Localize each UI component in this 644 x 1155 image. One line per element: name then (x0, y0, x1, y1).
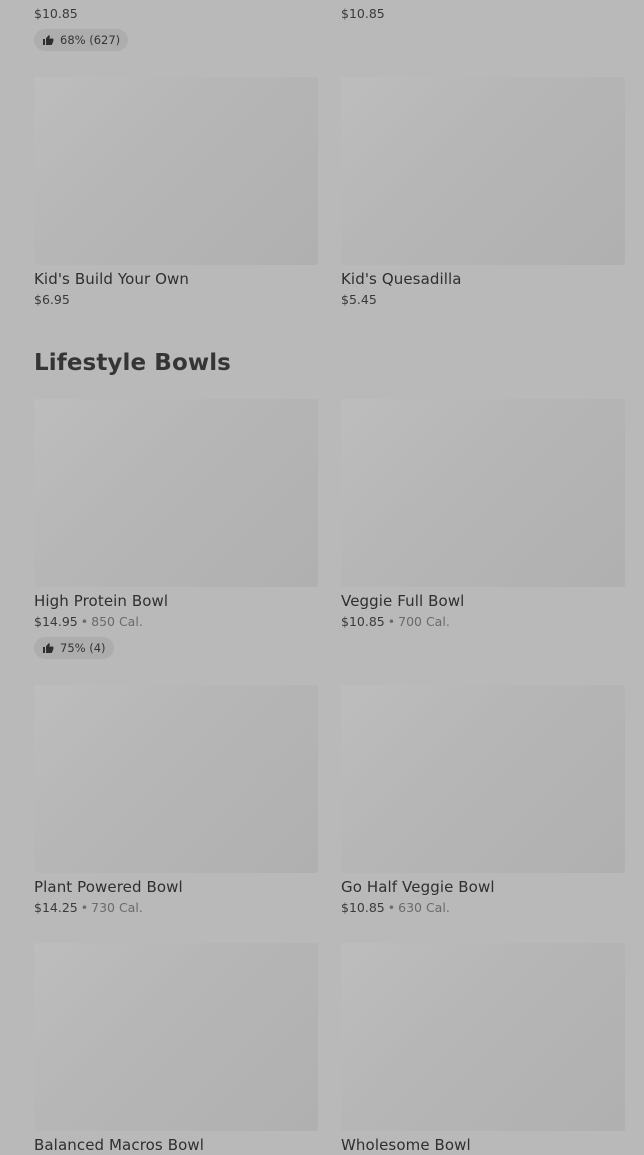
separator-dot: • (387, 900, 396, 915)
item-price: $5.45 (341, 292, 377, 307)
item-name: Go Half Veggie Bowl (341, 878, 495, 896)
item-image (34, 77, 318, 265)
item-calories: 850 Cal. (91, 614, 143, 629)
item-price: $14.95 (34, 614, 78, 629)
separator-dot: • (80, 900, 89, 915)
menu-item-card[interactable]: Kid's Quesadilla $5.45 (341, 77, 625, 309)
rating-text: 68% (627) (60, 33, 121, 47)
item-meta: $10.85 • 700 Cal. (341, 613, 625, 631)
item-name: Kid's Quesadilla (341, 270, 462, 288)
item-meta: $10.85 • 630 Cal. (341, 899, 625, 917)
menu-item-card[interactable]: High Protein Bowl $14.95 • 850 Cal. 75% (4… (34, 399, 318, 659)
item-price: $10.85 (341, 6, 385, 21)
item-meta: $14.25 • 730 Cal. (34, 899, 318, 917)
thumbs-up-icon (42, 34, 54, 46)
menu-item-card[interactable]: Kid's Build Your Own $6.95 (34, 77, 318, 309)
item-image (341, 399, 625, 587)
item-price: $10.85 (341, 900, 385, 915)
item-image (341, 77, 625, 265)
item-name: Kid's Build Your Own (34, 270, 190, 288)
section-title: Lifestyle Bowls (34, 350, 231, 376)
item-price: $10.85 (341, 614, 385, 629)
menu-item-card[interactable]: Go Half Veggie Bowl $10.85 • 630 Cal. (341, 685, 625, 917)
rating-badge: 75% (4) (34, 637, 114, 659)
menu-page: $10.85 68% (627) $10.85 Kid's Build Your… (0, 0, 644, 1154)
item-name: Wholesome Bowl (341, 1136, 471, 1154)
rating-text: 75% (4) (60, 641, 106, 655)
item-name: Plant Powered Bowl (34, 878, 183, 896)
item-calories: 730 Cal. (91, 900, 143, 915)
item-image (34, 399, 318, 587)
separator-dot: • (387, 614, 396, 629)
item-image (341, 943, 625, 1131)
menu-item-card[interactable]: Balanced Macros Bowl (34, 943, 318, 1155)
menu-item-card[interactable]: Wholesome Bowl (341, 943, 625, 1155)
item-price: $14.25 (34, 900, 78, 915)
item-image (34, 943, 318, 1131)
thumbs-up-icon (42, 642, 54, 654)
menu-item-card[interactable]: Veggie Full Bowl $10.85 • 700 Cal. (341, 399, 625, 631)
separator-dot: • (80, 614, 89, 629)
item-price: $6.95 (34, 292, 70, 307)
menu-item-card[interactable]: Plant Powered Bowl $14.25 • 730 Cal. (34, 685, 318, 917)
item-name: High Protein Bowl (34, 592, 169, 610)
item-name: Veggie Full Bowl (341, 592, 465, 610)
item-meta: $14.95 • 850 Cal. (34, 613, 318, 631)
item-calories: 630 Cal. (398, 900, 450, 915)
item-price: $10.85 (34, 6, 78, 21)
item-calories: 700 Cal. (398, 614, 450, 629)
item-image (34, 685, 318, 873)
item-image (341, 685, 625, 873)
rating-badge: 68% (627) (34, 23, 129, 51)
item-name: Balanced Macros Bowl (34, 1136, 204, 1154)
